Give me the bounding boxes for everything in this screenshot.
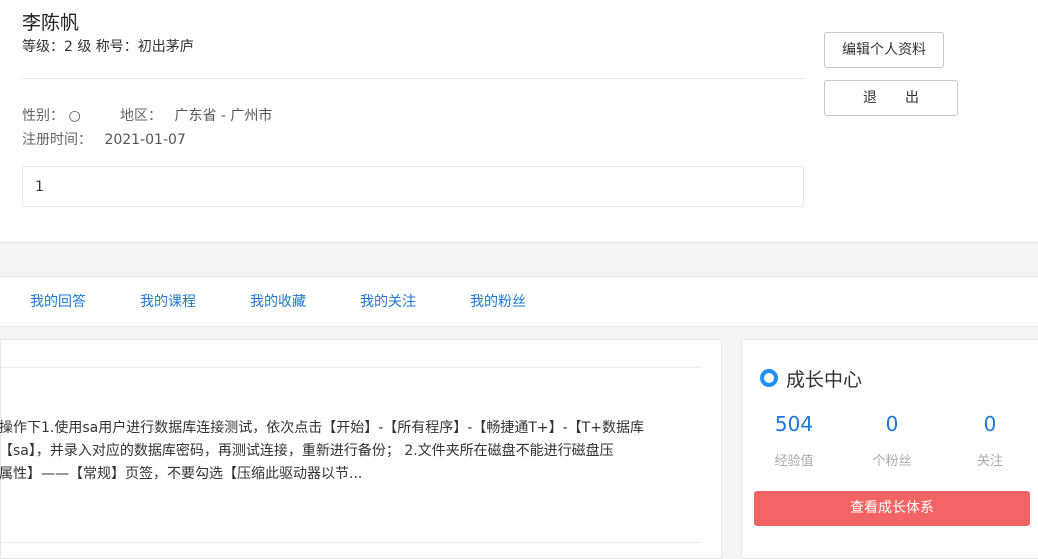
answers-panel: 操作下1.使用sa用户进行数据库连接测试，依次点击【开始】-【所有程序】-【畅捷… bbox=[0, 339, 722, 559]
user-name: 李陈帆 bbox=[22, 12, 80, 34]
region-value: 广东省 - 广州市 bbox=[174, 108, 273, 124]
gender-icon: ○ bbox=[68, 108, 81, 124]
edit-profile-button[interactable]: 编辑个人资料 bbox=[824, 32, 944, 68]
region-row: 地区： 广东省 - 广州市 bbox=[120, 105, 272, 125]
tab-my-answers[interactable]: 我的回答 bbox=[30, 291, 86, 311]
region-label: 地区： bbox=[120, 108, 162, 124]
tab-my-favorites[interactable]: 我的收藏 bbox=[250, 291, 306, 311]
tab-my-fans[interactable]: 我的粉丝 bbox=[470, 291, 526, 311]
register-time-row: 注册时间： 2021-01-07 bbox=[22, 129, 186, 149]
answer-excerpt[interactable]: 操作下1.使用sa用户进行数据库连接测试，依次点击【开始】-【所有程序】-【畅捷… bbox=[0, 417, 699, 486]
bio-box: 1 bbox=[22, 166, 804, 207]
fans-label: 个粉丝 bbox=[872, 454, 912, 469]
panel-divider bbox=[1, 367, 701, 368]
profile-card: 李陈帆 等级：2 级 称号：初出茅庐 性别： ○ 地区： 广东省 - 广州市 注… bbox=[0, 0, 1038, 243]
gender-row: 性别： ○ bbox=[22, 105, 81, 125]
view-growth-system-button[interactable]: 查看成长体系 bbox=[754, 491, 1030, 526]
fans-value[interactable]: 0 bbox=[842, 412, 942, 436]
panel-divider-bottom bbox=[1, 542, 701, 543]
experience-value[interactable]: 504 bbox=[744, 412, 844, 436]
follows-value[interactable]: 0 bbox=[940, 412, 1038, 436]
ring-icon bbox=[760, 369, 778, 387]
growth-center: 成长中心 504 经验值 0 个粉丝 0 关注 查看成长体系 bbox=[741, 339, 1038, 559]
gender-label: 性别： bbox=[22, 108, 64, 124]
tab-my-courses[interactable]: 我的课程 bbox=[140, 291, 196, 311]
follows-label: 关注 bbox=[976, 454, 1003, 469]
profile-divider bbox=[22, 78, 806, 79]
register-time-value: 2021-01-07 bbox=[104, 132, 186, 148]
experience-label: 经验值 bbox=[774, 454, 814, 469]
register-time-label: 注册时间： bbox=[22, 132, 92, 148]
answer-line: 属性】——【常规】页签，不要勾选【压缩此驱动器以节... bbox=[0, 466, 363, 482]
logout-button[interactable]: 退出 bbox=[824, 80, 958, 116]
user-level: 等级：2 级 称号：初出茅庐 bbox=[22, 39, 194, 55]
growth-title: 成长中心 bbox=[786, 369, 863, 391]
answer-line: 【sa】，并录入对应的数据库密码，再测试连接，重新进行备份； 2.文件夹所在磁盘… bbox=[0, 443, 614, 459]
profile-tabs: 我的回答 我的课程 我的收藏 我的关注 我的粉丝 bbox=[0, 276, 1038, 327]
answer-line: 操作下1.使用sa用户进行数据库连接测试，依次点击【开始】-【所有程序】-【畅捷… bbox=[0, 420, 644, 436]
tab-my-follows[interactable]: 我的关注 bbox=[360, 291, 416, 311]
